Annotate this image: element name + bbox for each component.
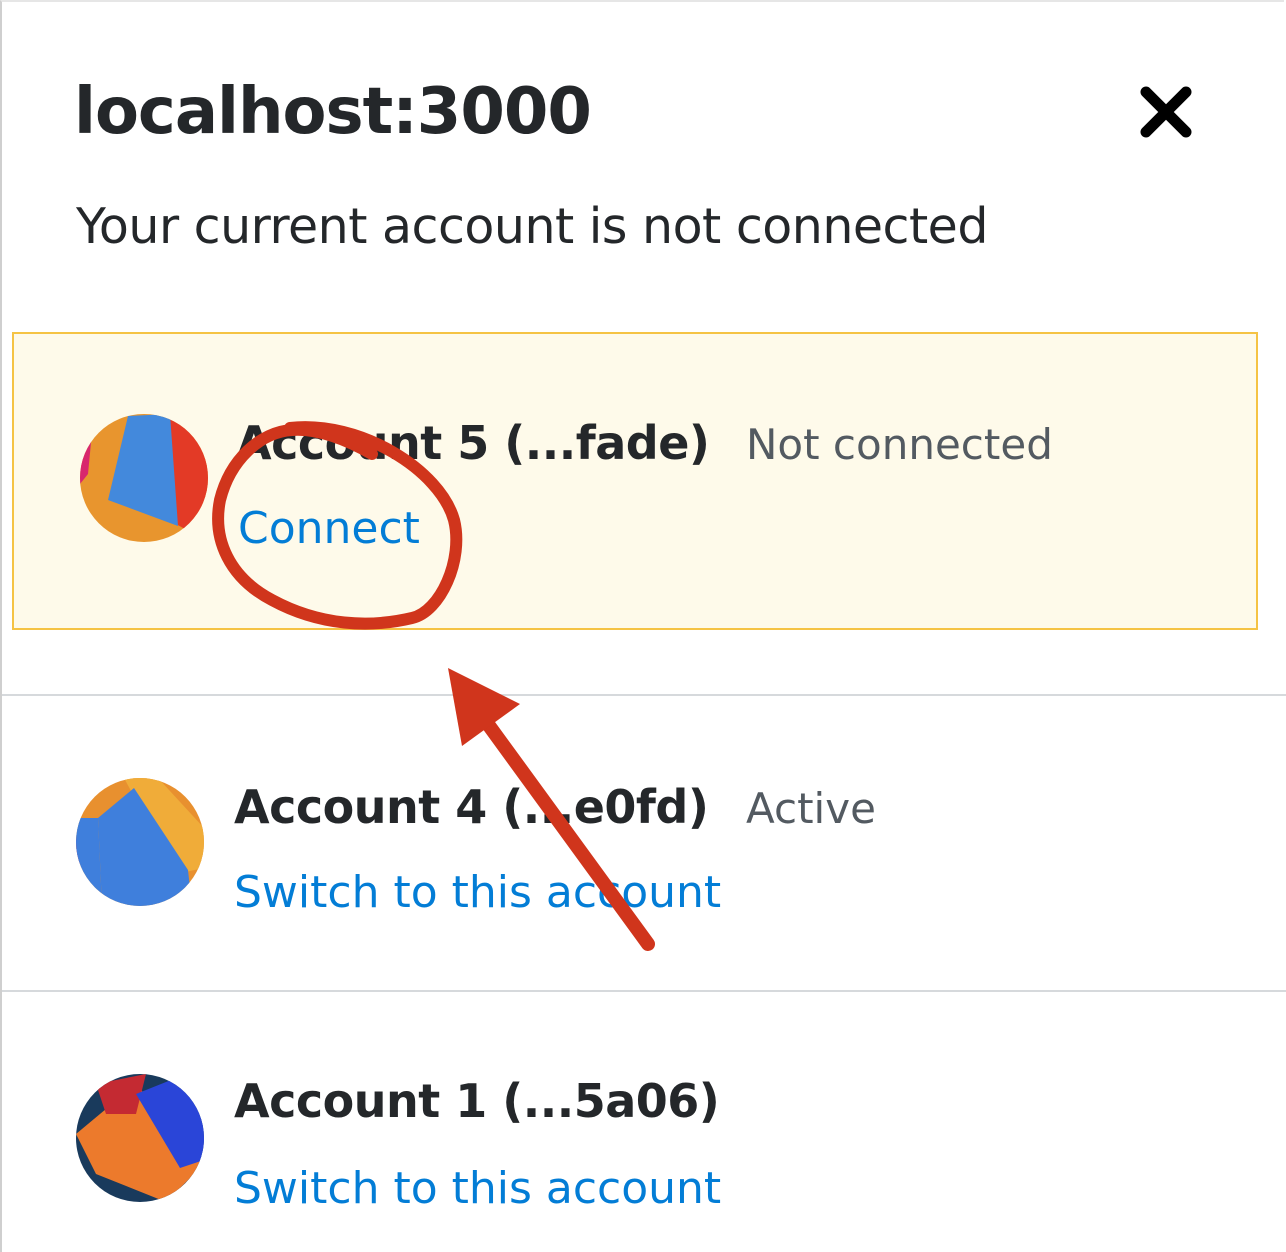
account-1-avatar — [76, 1074, 204, 1202]
account-5-avatar — [80, 414, 208, 542]
account-1-name: Account 1 (...5a06) — [234, 1074, 720, 1128]
account-1-switch-link[interactable]: Switch to this account — [234, 1160, 721, 1218]
account-4-status: Active — [746, 784, 876, 833]
connect-link[interactable]: Connect — [238, 500, 420, 558]
connected-sites-popover: localhost:3000 Your current account is n… — [0, 0, 1286, 1252]
account-5-name: Account 5 (...fade) — [236, 416, 710, 470]
row-divider — [2, 990, 1286, 992]
close-icon — [1140, 86, 1192, 138]
close-button[interactable] — [1134, 80, 1198, 144]
account-4-name: Account 4 (...e0fd) — [234, 780, 709, 834]
row-divider — [2, 694, 1286, 696]
connection-status-text: Your current account is not connected — [76, 198, 988, 255]
account-4-avatar — [76, 778, 204, 906]
site-title: localhost:3000 — [74, 75, 592, 149]
account-5-status: Not connected — [746, 420, 1053, 469]
account-4-switch-link[interactable]: Switch to this account — [234, 864, 721, 922]
